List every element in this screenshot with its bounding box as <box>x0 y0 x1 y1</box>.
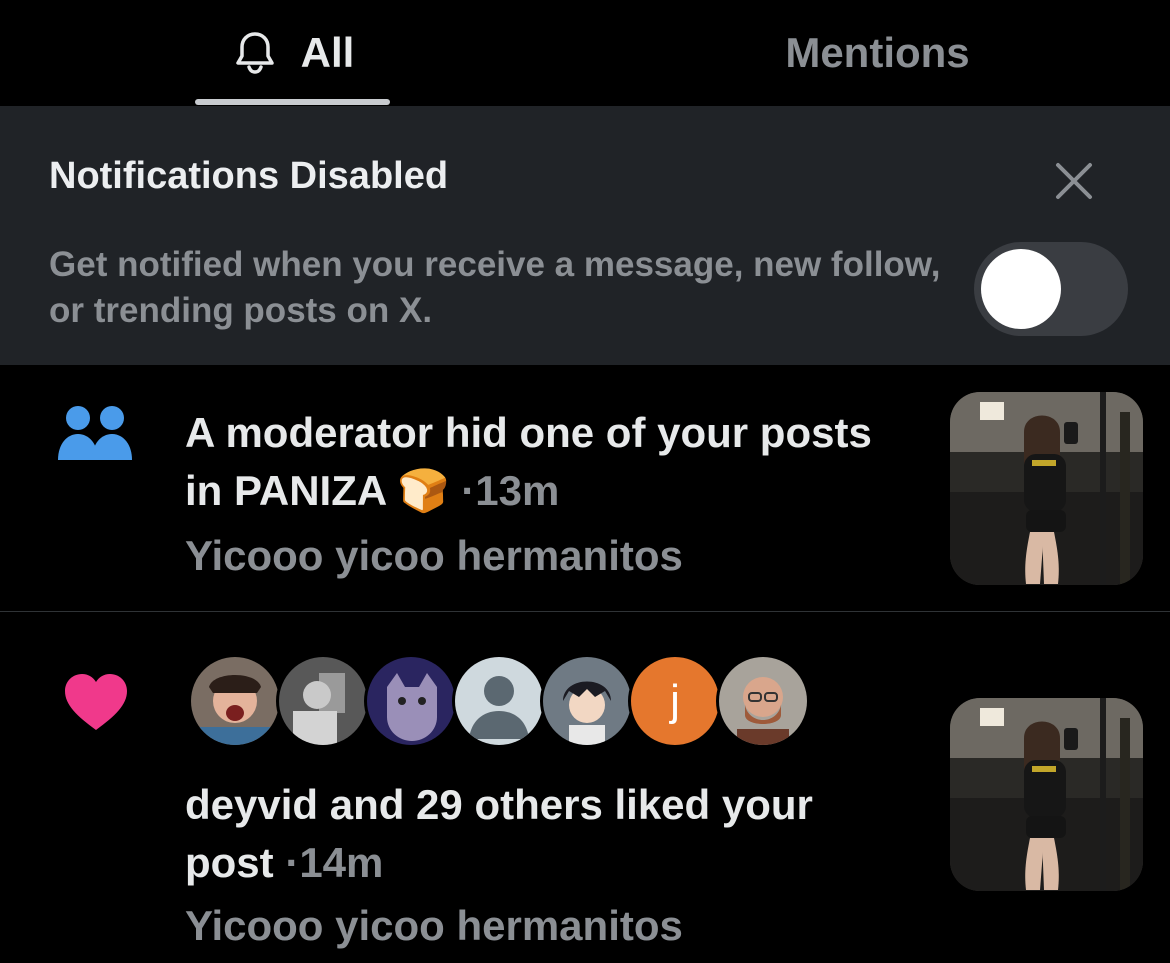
banner-description: Get notified when you receive a message,… <box>49 245 941 330</box>
post-thumbnail[interactable] <box>950 392 1143 585</box>
heart-icon <box>65 674 127 730</box>
avatar[interactable]: j <box>628 654 722 748</box>
notifications-toggle[interactable] <box>974 242 1128 336</box>
close-icon[interactable] <box>1050 157 1098 205</box>
active-tab-indicator <box>195 99 390 105</box>
avatar-letter: j <box>670 676 680 725</box>
avatar[interactable] <box>276 654 370 748</box>
notification-tabs: All Mentions <box>0 0 1170 107</box>
tab-all[interactable]: All <box>0 0 585 106</box>
banner-title: Notifications Disabled <box>49 155 449 197</box>
notification-time: 14m <box>299 839 384 886</box>
bell-icon <box>235 32 274 74</box>
avatar[interactable] <box>452 654 546 748</box>
notification-time: 13m <box>475 467 560 514</box>
post-thumbnail[interactable] <box>950 698 1143 891</box>
notification-title: deyvid and 29 others liked your post <box>185 781 813 886</box>
tab-mentions[interactable]: Mentions <box>585 0 1170 106</box>
community-icon <box>58 406 132 460</box>
notification-text: A moderator hid one of your posts in PAN… <box>185 404 905 520</box>
notification-subtitle: Yicooo yicoo hermanitos <box>185 902 683 949</box>
tab-all-label: All <box>300 29 355 76</box>
avatar[interactable] <box>716 654 810 748</box>
separator-dot: · <box>461 467 476 514</box>
notification-text: deyvid and 29 others liked your post ·14… <box>185 776 905 892</box>
notification-subtitle: Yicooo yicoo hermanitos <box>185 532 683 579</box>
avatar[interactable] <box>364 654 458 748</box>
avatar[interactable] <box>188 654 282 748</box>
separator-dot: · <box>285 839 300 886</box>
avatar[interactable] <box>540 654 634 748</box>
toggle-knob <box>981 249 1061 329</box>
tab-mentions-label: Mentions <box>785 29 970 76</box>
divider <box>0 611 1170 612</box>
